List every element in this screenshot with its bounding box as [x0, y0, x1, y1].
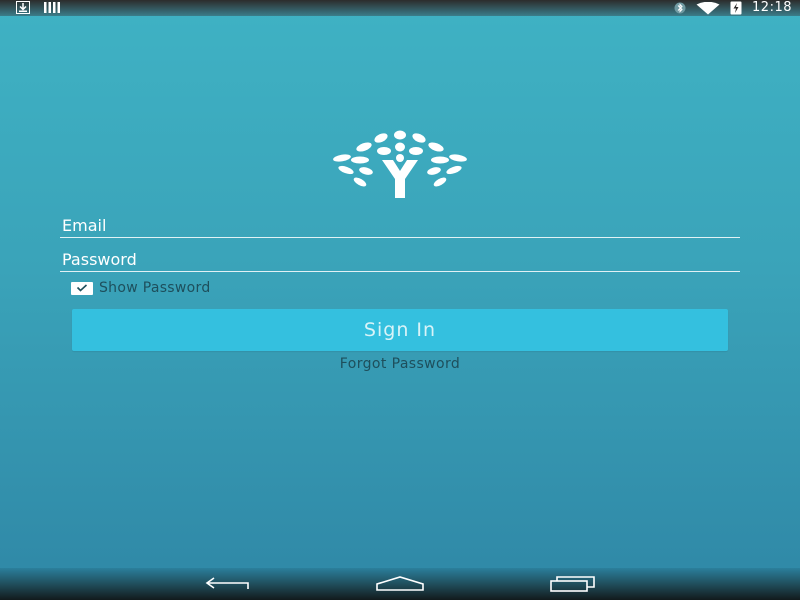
email-field[interactable]	[60, 214, 742, 236]
status-time: 12:18	[752, 0, 792, 15]
battery-charging-icon	[730, 1, 742, 15]
status-bar-left	[16, 1, 60, 14]
wifi-icon	[696, 1, 720, 15]
password-field-container	[60, 248, 742, 272]
status-bar: 12:18	[0, 0, 800, 16]
email-field-container	[60, 214, 742, 238]
download-icon	[16, 1, 30, 14]
navigation-bar	[0, 568, 800, 600]
tree-logo-icon	[322, 124, 478, 202]
show-password-checkbox[interactable]	[71, 281, 93, 295]
show-password-toggle[interactable]: Show Password	[71, 280, 211, 296]
status-bar-right: 12:18	[674, 0, 792, 16]
sign-in-button[interactable]: Sign In	[72, 309, 728, 351]
bluetooth-icon	[674, 1, 686, 15]
recents-icon[interactable]	[549, 576, 597, 596]
signal-bars-icon	[44, 2, 60, 13]
forgot-password-link-text[interactable]: Forgot Password	[340, 356, 460, 372]
password-field[interactable]	[60, 248, 742, 270]
checkmark-icon	[76, 284, 88, 292]
forgot-password-link: Forgot Password	[0, 356, 800, 372]
home-icon[interactable]	[375, 576, 425, 596]
show-password-label: Show Password	[99, 280, 211, 296]
back-icon[interactable]	[204, 576, 252, 596]
